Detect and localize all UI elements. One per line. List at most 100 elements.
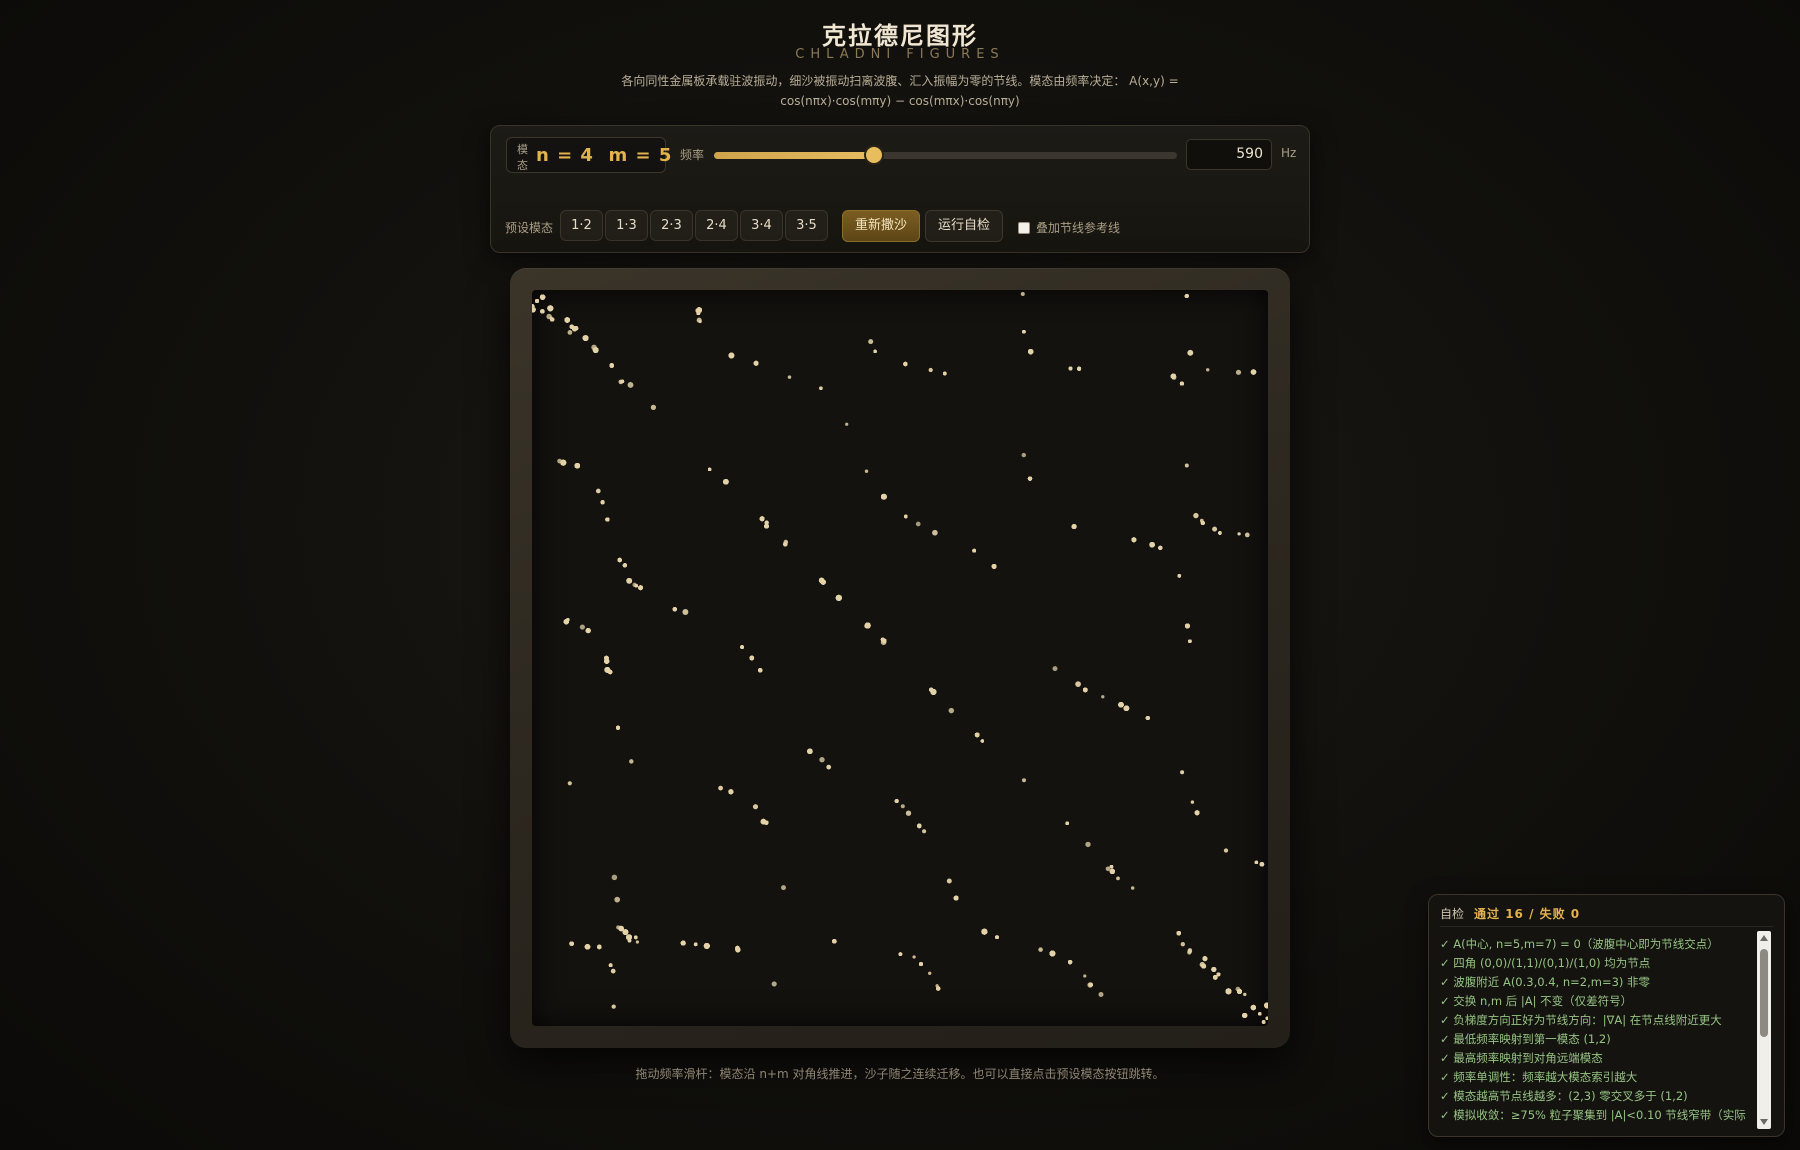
sand-grain [605,517,610,522]
sand-grain [948,707,955,714]
sand-grain [567,781,572,786]
sand-grain [1052,666,1058,672]
sand-grain [566,618,570,622]
sand-grain [703,942,710,949]
selftest-item: ✓ 四角 (0,0)/(1,1)/(0,1)/(1,0) 均为节点 [1440,956,1651,970]
sand-grain [904,514,908,519]
sand-grain [1021,778,1027,783]
sand-grain [1071,524,1077,530]
selftest-item: ✓ A(中心, n=5,m=7) = 0（波腹中心即为节线交点） [1440,937,1719,951]
sand-grain [1101,695,1105,699]
sand-grain [638,585,643,591]
sand-grain [943,371,947,376]
sand-grain [1020,292,1025,296]
sand-grain [573,326,579,331]
selftest-item: ✓ 最低频率映射到第一模态 (1,2) [1440,1032,1611,1046]
sand-grain [760,818,767,825]
mode-label: 模态 [517,142,528,172]
sand-grain [1184,623,1190,629]
sand-grain [981,928,988,935]
preset-button-2-3[interactable]: 2·3 [650,210,693,241]
sand-grain [582,335,589,341]
preset-button-3-4[interactable]: 3·4 [740,210,783,241]
sand-grain [682,609,689,615]
frequency-slider[interactable] [714,147,1177,163]
overlay-toggle[interactable]: 叠加节线参考线 [1018,219,1120,236]
selftest-scrollbar[interactable] [1757,931,1771,1129]
sand-grain [1184,463,1189,468]
sand-grain [1027,476,1033,481]
selftest-item: ✓ 频率单调性：频率越大模态索引越大 [1440,1070,1638,1084]
sand-grain [1187,349,1194,356]
sand-grain [1098,992,1104,997]
mode-value: n = 4 m = 5 [536,144,673,166]
selftest-summary: 通过 16 / 失败 0 [1474,907,1581,921]
run-selftest-button[interactable]: 运行自检 [925,210,1003,242]
sand-grain [753,360,759,366]
sand-grain [1176,931,1181,936]
sand-grain [845,422,849,426]
scroll-up-arrow-icon[interactable] [1760,935,1768,941]
sand-grain [868,339,874,345]
sand-grain [929,687,934,692]
sand-grain [611,874,618,881]
sand-grain [1235,369,1242,375]
sand-grain [1105,866,1111,872]
sand-grain [1131,537,1137,543]
sand-grain [584,944,591,950]
sand-grain [974,732,980,738]
sand-grain [547,305,554,312]
sand-grain [650,404,657,411]
sand-grain [1200,521,1205,525]
sand-grain [832,939,837,944]
sand-grain [1085,841,1091,848]
sand-grain [635,940,640,944]
mode-display: 模态 n = 4 m = 5 [506,137,671,173]
sand-grain [627,381,634,388]
overlay-checkbox[interactable] [1018,221,1030,234]
preset-button-1-2[interactable]: 1·2 [560,210,603,241]
sand-grain [818,577,825,584]
scroll-thumb[interactable] [1760,949,1768,1037]
sand-grain [936,986,941,991]
sand-grain [1237,532,1241,536]
sand-grain [1083,974,1087,978]
page-subtitle: CHLADNI FIGURES [795,47,1005,62]
sand-grain [922,829,927,834]
sand-grain [617,557,622,563]
frequency-slider-thumb[interactable] [865,147,882,163]
sand-particles [532,292,1268,1024]
frequency-input[interactable]: 590 [1186,139,1272,170]
sand-grain [608,963,613,968]
control-panel: 模态 n = 4 m = 5 频率 590 Hz 预设模态 1·2 1·3 2·… [490,125,1310,253]
sand-grain [1194,810,1200,816]
sand-grain [1187,948,1193,953]
sand-grain [1237,989,1242,994]
sand-grain [540,309,545,314]
sand-grain [1211,967,1217,972]
sand-grain [592,347,599,353]
page-description: 各向同性金属板承载驻波振动，细沙被振动扫离波腹、汇入振幅为零的节线。模态由频率决… [621,74,1179,108]
sand-grain [740,645,744,649]
scroll-down-arrow-icon[interactable] [1760,1119,1768,1125]
sand-grain [759,516,765,522]
sand-grain [569,941,574,946]
preset-button-2-4[interactable]: 2·4 [695,210,738,241]
resprinkle-button[interactable]: 重新撒沙 [842,210,920,242]
sand-grain [903,361,908,367]
sand-grain [783,542,788,547]
preset-button-3-5[interactable]: 3·5 [785,210,828,241]
sand-grain [995,935,999,939]
sand-grain [535,299,540,303]
sand-canvas [532,292,1268,1024]
sand-grain [873,349,877,354]
sand-grain [1130,886,1135,890]
selftest-item: ✓ 模拟收敛：≥75% 粒子聚集到 |A|<0.10 节线窄带（实际 [1440,1108,1746,1122]
preset-button-1-3[interactable]: 1·3 [605,210,648,241]
sand-grain [616,725,620,730]
sand-grain [634,584,638,588]
frequency-unit: Hz [1281,146,1297,160]
sand-grain [1223,848,1229,853]
sand-grain [1109,868,1115,875]
selftest-item: ✓ 最高频率映射到对角远端模态 [1440,1051,1603,1065]
